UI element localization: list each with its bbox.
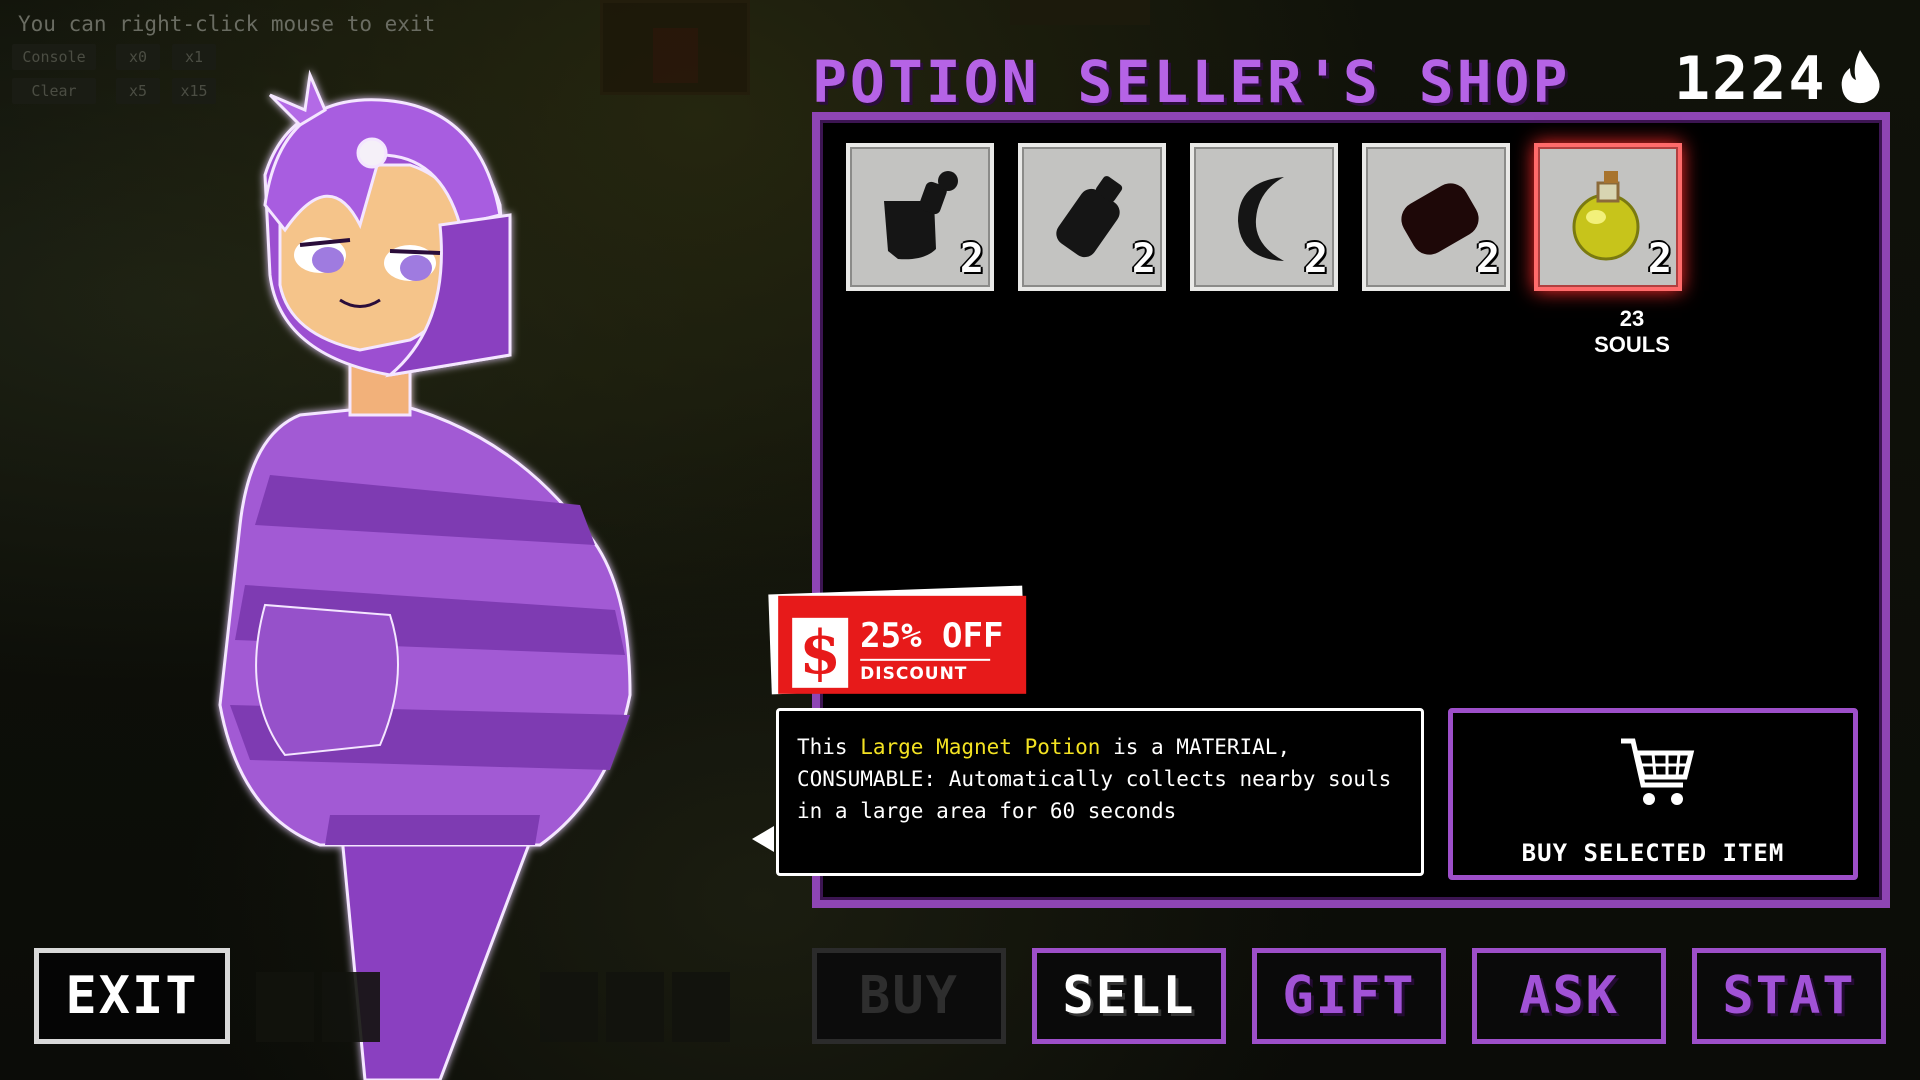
buy-selected-item-button[interactable]: BUY SELECTED ITEM (1448, 708, 1858, 880)
debug-speed-x5-button[interactable]: x5 (116, 78, 160, 104)
background-building (1010, 0, 1150, 25)
hotbar-slot (672, 972, 730, 1042)
hotbar-slot (540, 972, 598, 1042)
discount-tag: $ 25% OFF DISCOUNT (768, 585, 1027, 695)
soul-currency-amount: 1224 (1674, 44, 1827, 114)
item-description: This Large Magnet Potion is a MATERIAL, … (776, 708, 1424, 876)
tab-stat[interactable]: STAT (1692, 948, 1886, 1044)
item-slot-2[interactable]: 2 (1018, 143, 1166, 291)
item-quantity: 2 (1131, 236, 1156, 282)
discount-label: DISCOUNT (860, 663, 968, 684)
buy-selected-item-label: BUY SELECTED ITEM (1521, 839, 1785, 867)
potion-seller-character (218, 69, 632, 1080)
tab-buy[interactable]: BUY (812, 948, 1006, 1044)
discount-amount: 25% OFF (860, 615, 1004, 656)
description-item-name: Large Magnet Potion (860, 735, 1101, 759)
house-door (653, 28, 698, 83)
cart-icon (1621, 738, 1695, 805)
debug-speed-x0-button[interactable]: x0 (116, 44, 160, 70)
item-quantity: 2 (1475, 236, 1500, 282)
exit-button[interactable]: EXIT (34, 948, 230, 1044)
item-quantity: 2 (1303, 236, 1328, 282)
item-slot-1[interactable]: 2 (846, 143, 994, 291)
debug-clear-button[interactable]: Clear (12, 78, 96, 104)
item-slot-3[interactable]: 2 (1190, 143, 1338, 291)
dollar-icon: $ (792, 617, 849, 688)
game-screen: You can right-click mouse to exit Consol… (0, 0, 1920, 1080)
debug-console-button[interactable]: Console (12, 44, 96, 70)
flame-icon (1841, 50, 1880, 104)
exit-hint-text: You can right-click mouse to exit (18, 12, 436, 36)
selected-item-price: 23 SOULS (1594, 306, 1670, 357)
hotbar-slot (256, 972, 314, 1042)
description-prefix: This (797, 735, 861, 759)
shop-title: POTION SELLER'S SHOP (812, 48, 1571, 116)
item-quantity: 2 (959, 236, 984, 282)
tab-gift[interactable]: GIFT (1252, 948, 1446, 1044)
tab-ask[interactable]: ASK (1472, 948, 1666, 1044)
hotbar-slot (322, 972, 380, 1042)
tab-sell[interactable]: SELL (1032, 948, 1226, 1044)
item-slot-4[interactable]: 2 (1362, 143, 1510, 291)
hotbar-slot (606, 972, 664, 1042)
discount-banner: $ 25% OFF DISCOUNT (778, 595, 1027, 694)
description-pointer (752, 826, 774, 852)
item-quantity: 2 (1647, 236, 1672, 282)
item-slot-5-large-magnet-potion[interactable]: 2 (1534, 143, 1682, 291)
discount-divider (860, 658, 991, 661)
